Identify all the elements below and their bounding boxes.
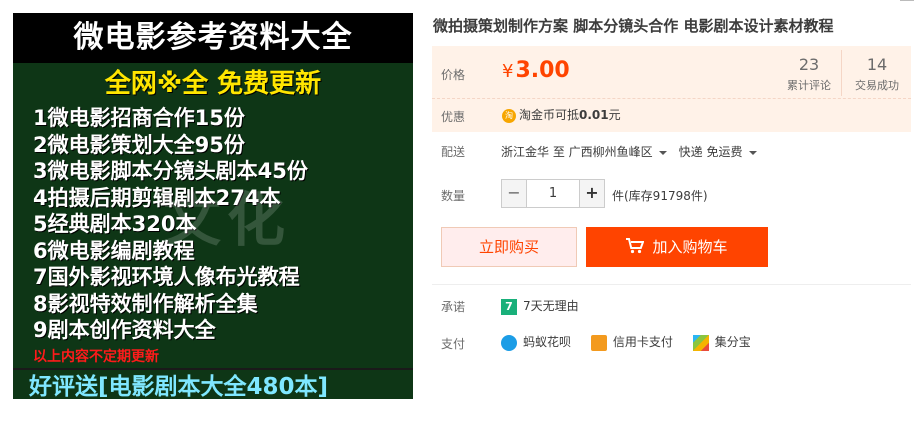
stock-info: 件(库存91798件) (612, 189, 708, 203)
reviews-count: 23 (798, 55, 820, 74)
shipping-method[interactable]: 快递 免运费 (679, 145, 769, 159)
seven-day-return-icon: 7 (501, 298, 517, 315)
image-subheader: 全网※全 免费更新 (104, 69, 322, 99)
payment-label: 支付 (441, 337, 466, 351)
sales-count: 14 (866, 55, 888, 74)
promise-text: 7天无理由 (523, 299, 579, 313)
payment-methods: 蚂蚁花呗 信用卡支付 集分宝 (501, 333, 767, 351)
increase-button[interactable]: + (579, 179, 605, 208)
shipping-origin: 浙江金华 至 (501, 145, 565, 159)
quantity-input[interactable]: 1 (527, 179, 579, 208)
promo-prefix: 淘金币可抵 (519, 108, 580, 122)
reviews-label: 累计评论 (787, 79, 831, 92)
image-item: 2微电影策划大全95份 (33, 132, 245, 157)
buy-now-button[interactable]: 立即购买 (441, 227, 577, 267)
price-value: 3.00 (515, 58, 570, 83)
credit-card-icon (590, 334, 607, 351)
image-header: 微电影参考资料大全 (13, 13, 413, 63)
promise[interactable]: 7 7天无理由 (501, 297, 579, 315)
chevron-down-icon (658, 150, 667, 155)
cart-icon (626, 238, 645, 254)
sales-stat: 14 交易成功 (844, 56, 910, 93)
add-to-cart-label: 加入购物车 (652, 238, 728, 256)
quantity-label: 数量 (441, 189, 466, 203)
product-image[interactable]: 微电影参考资料大全 全网※全 免费更新 1微电影招商合作15份 2微电影策划大全… (13, 13, 413, 399)
price-label: 价格 (441, 68, 466, 82)
sales-label: 交易成功 (855, 79, 899, 92)
shipping: 浙江金华 至 广西柳州鱼峰区 快递 免运费 (501, 143, 769, 160)
currency-symbol: ¥ (502, 61, 514, 82)
payment-method-label: 集分宝 (714, 335, 751, 349)
promo-suffix: 元 (608, 108, 621, 122)
price-box: 价格 ¥3.00 23 累计评论 14 交易成功 优惠 淘淘金币可抵0.01元 (432, 46, 911, 132)
image-watermark: 文化 (163, 186, 292, 254)
image-item: 9剧本创作资料大全 (33, 318, 216, 342)
top-divider-mark (900, 0, 914, 3)
image-note: 以上内容不定期更新 (33, 348, 159, 365)
promo-amount: 0.01 (579, 108, 609, 122)
payment-jifenbao[interactable]: 集分宝 (692, 333, 751, 351)
promo-label: 优惠 (441, 110, 466, 124)
huabei-icon (501, 334, 517, 351)
decrease-button[interactable]: − (501, 179, 527, 208)
reviews-stat[interactable]: 23 累计评论 (776, 56, 842, 93)
shipping-label: 配送 (441, 145, 466, 159)
payment-method-label: 信用卡支付 (612, 335, 673, 349)
shipping-method-text: 快递 免运费 (678, 145, 743, 159)
jifenbao-icon (692, 334, 709, 351)
image-item: 8影视特效制作解析全集 (33, 291, 258, 316)
price: ¥3.00 (502, 58, 570, 83)
image-item: 1微电影招商合作15份 (33, 106, 245, 130)
section-divider (432, 284, 911, 285)
shipping-destination[interactable]: 广西柳州鱼峰区 (569, 145, 679, 159)
shipping-destination-text: 广西柳州鱼峰区 (568, 145, 653, 159)
image-footer: 好评送[电影剧本大全480本] (13, 368, 413, 399)
price-divider (432, 98, 911, 99)
chevron-down-icon (748, 150, 757, 155)
add-to-cart-button[interactable]: 加入购物车 (586, 227, 768, 267)
taobao-coin-icon: 淘 (502, 108, 516, 123)
image-item: 7国外影视环境人像布光教程 (33, 265, 300, 289)
payment-credit-card[interactable]: 信用卡支付 (590, 333, 673, 351)
payment-huabei[interactable]: 蚂蚁花呗 (501, 333, 571, 351)
promo: 淘淘金币可抵0.01元 (502, 106, 621, 123)
quantity-stepper: − 1 + (501, 179, 605, 208)
promise-label: 承诺 (441, 300, 466, 314)
payment-method-label: 蚂蚁花呗 (523, 335, 572, 349)
product-title: 微拍摄策划制作方案 脚本分镜头合作 电影剧本设计素材教程 (433, 17, 834, 35)
